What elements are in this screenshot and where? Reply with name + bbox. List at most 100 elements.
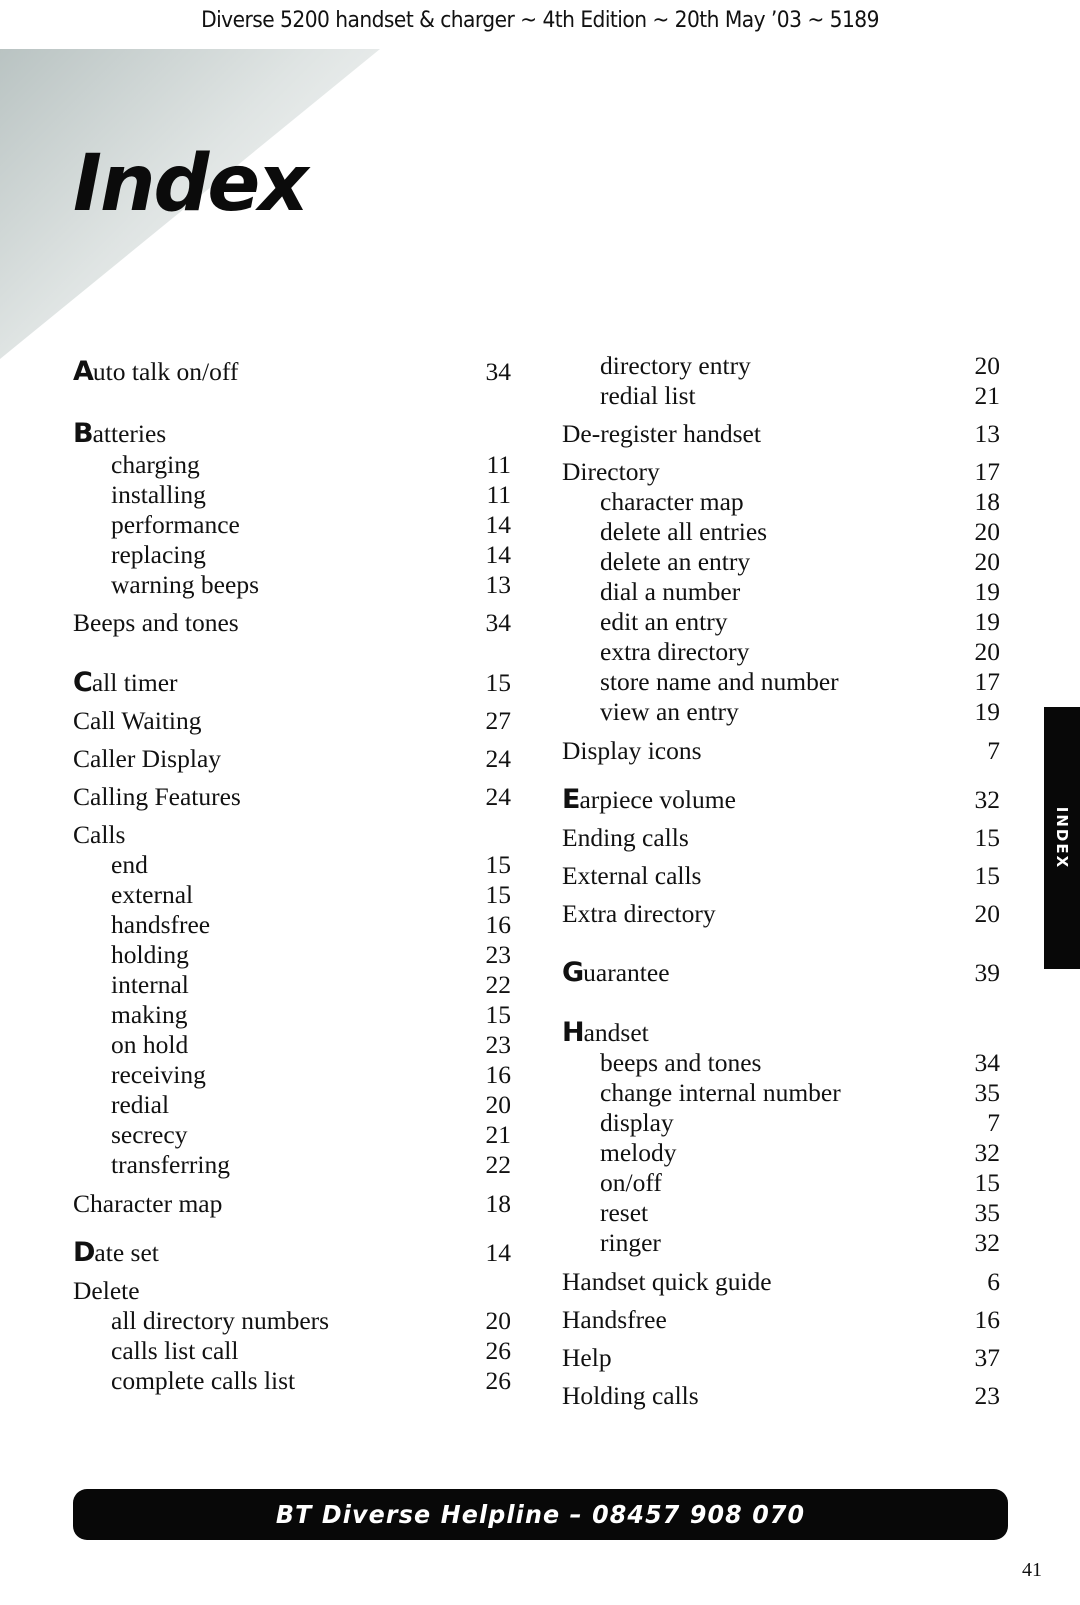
index-term-text: installing <box>111 480 206 509</box>
index-term: secrecy <box>73 1120 187 1150</box>
index-term: replacing <box>73 540 206 570</box>
index-subentry: charging 11 <box>73 450 511 480</box>
index-term: De-register handset <box>562 419 761 449</box>
index-subentry: store name and number 17 <box>562 667 1000 697</box>
index-page-ref: 35 <box>974 1078 1001 1107</box>
index-term: External calls <box>562 861 701 891</box>
index-subentry: redial 20 <box>73 1090 511 1120</box>
index-entry: Holding calls 23 <box>562 1381 1000 1411</box>
index-entry: Handset quick guide 6 <box>562 1267 1000 1297</box>
index-entry: External calls 15 <box>562 861 1000 891</box>
index-entry: Help 37 <box>562 1343 1000 1373</box>
index-term: Ending calls <box>562 823 689 853</box>
index-term-text: Calling Features <box>73 782 241 811</box>
index-page-ref: 6 <box>987 1267 1000 1296</box>
index-entry: Handset <box>562 1018 1000 1048</box>
helpline-banner: BT Diverse Helpline – 08457 908 070 <box>73 1489 1008 1540</box>
index-subentry: internal 22 <box>73 970 511 1000</box>
index-term-text: edit an entry <box>600 607 728 636</box>
index-term: Handset quick guide <box>562 1267 772 1297</box>
section-initial-letter: G <box>562 957 584 988</box>
index-term: Extra directory <box>562 899 716 929</box>
index-page-ref: 15 <box>485 1000 512 1029</box>
index-page-ref: 18 <box>485 1189 512 1218</box>
index-term-text: External calls <box>562 861 702 890</box>
index-term: extra directory <box>562 637 749 667</box>
index-subentry: edit an entry 19 <box>562 607 1000 637</box>
index-term: Date set <box>73 1238 159 1268</box>
index-term-text: redial <box>111 1090 170 1119</box>
index-term: calls list call <box>73 1336 238 1366</box>
index-page-ref: 15 <box>974 861 1001 890</box>
index-term: Directory <box>562 457 660 487</box>
index-page-ref: 19 <box>974 577 1001 606</box>
index-page-ref: 37 <box>974 1343 1001 1372</box>
index-subentry: secrecy 21 <box>73 1120 511 1150</box>
index-term: Display icons <box>562 736 702 766</box>
index-entry: Auto talk on/off 34 <box>73 357 511 387</box>
index-term: Handsfree <box>562 1305 667 1335</box>
index-page-ref: 15 <box>485 880 512 909</box>
index-term: installing <box>73 480 206 510</box>
index-page-ref: 23 <box>974 1381 1001 1410</box>
index-term-text: Handset quick guide <box>562 1267 772 1296</box>
index-term: all directory numbers <box>73 1306 329 1336</box>
index-subentry: redial list 21 <box>562 381 1000 411</box>
index-term-text: view an entry <box>600 697 739 726</box>
section-initial-letter: C <box>73 667 93 698</box>
section-initial-letter: D <box>73 1237 95 1268</box>
running-head: Diverse 5200 handset & charger ~ 4th Edi… <box>201 8 879 33</box>
index-term: display <box>562 1108 674 1138</box>
index-term: handsfree <box>73 910 210 940</box>
index-term-text: transferring <box>111 1150 230 1179</box>
index-term: on/off <box>562 1168 662 1198</box>
index-term: Character map <box>73 1189 222 1219</box>
index-entry: Ending calls 15 <box>562 823 1000 853</box>
index-page-ref: 18 <box>974 487 1001 516</box>
index-term-text: De-register handset <box>562 419 761 448</box>
index-entry: Call Waiting 27 <box>73 706 511 736</box>
index-term-text: receiving <box>111 1060 206 1089</box>
index-term-text: atteries <box>92 419 167 448</box>
index-term: change internal number <box>562 1078 841 1108</box>
index-subentry: on/off 15 <box>562 1168 1000 1198</box>
index-term: edit an entry <box>562 607 727 637</box>
section-initial-letter: E <box>562 784 580 815</box>
index-term-text: display <box>600 1108 674 1137</box>
index-term-text: Display icons <box>562 736 702 765</box>
index-term-text: arpiece volume <box>579 785 736 814</box>
index-term-text: Calls <box>73 820 126 849</box>
index-page-ref: 22 <box>485 1150 512 1179</box>
index-subentry: transferring 22 <box>73 1150 511 1180</box>
index-entry: Directory 17 <box>562 457 1000 487</box>
helpline-text: BT Diverse Helpline – 08457 908 070 <box>275 1500 806 1529</box>
index-term-text: Extra directory <box>562 899 716 928</box>
index-subentry: view an entry 19 <box>562 697 1000 727</box>
index-subentry: warning beeps 13 <box>73 570 511 600</box>
index-page-ref: 16 <box>485 910 512 939</box>
index-page-ref: 20 <box>485 1090 512 1119</box>
index-term-text: uarantee <box>583 958 670 987</box>
index-page-ref: 15 <box>485 850 512 879</box>
index-term-text: Beeps and tones <box>73 608 239 637</box>
index-term-text: internal <box>111 970 189 999</box>
index-term-text: complete calls list <box>111 1366 296 1395</box>
index-subentry: handsfree 16 <box>73 910 511 940</box>
index-term-text: delete an entry <box>600 547 751 576</box>
index-page-ref: 20 <box>974 517 1001 546</box>
index-term-text: Character map <box>73 1189 223 1218</box>
index-page-ref: 15 <box>485 668 512 697</box>
section-tab-index[interactable]: INDEX <box>1044 707 1080 969</box>
index-term-text: Delete <box>73 1276 140 1305</box>
index-term: dial a number <box>562 577 740 607</box>
index-term-text: all directory numbers <box>111 1306 330 1335</box>
index-term: complete calls list <box>73 1366 295 1396</box>
index-term-text: ringer <box>600 1228 661 1257</box>
index-term-text: calls list call <box>111 1336 239 1365</box>
index-term-text: Caller Display <box>73 744 222 773</box>
index-term: Help <box>562 1343 612 1373</box>
index-page-ref: 14 <box>485 1238 512 1267</box>
index-term: Call timer <box>73 668 178 698</box>
index-page-ref: 34 <box>485 357 512 386</box>
index-term: Caller Display <box>73 744 221 774</box>
